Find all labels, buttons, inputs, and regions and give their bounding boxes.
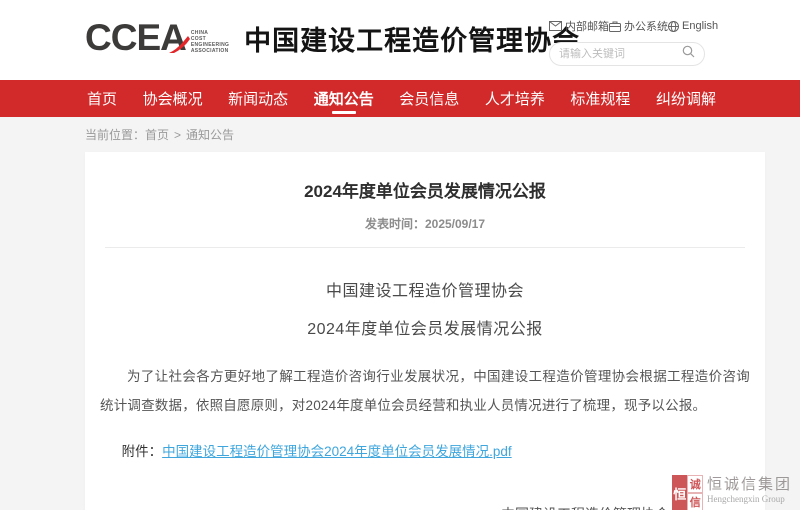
search-input[interactable] (559, 48, 682, 60)
logo-subtext: CHINA COST ENGINEERING ASSOCIATION (191, 30, 229, 54)
watermark-name-cn: 恒诚信集团 (707, 476, 792, 494)
breadcrumb-current-link[interactable]: 通知公告 (186, 128, 234, 142)
nav-item-training[interactable]: 人才培养 (483, 80, 547, 117)
breadcrumb-separator: > (174, 128, 181, 142)
site-header: CCEA CHINA COST ENGINEERING ASSOCIATION … (0, 0, 800, 80)
nav-item-about[interactable]: 协会概况 (141, 80, 205, 117)
logo-acronym: CCEA (85, 16, 186, 60)
nav-item-notices[interactable]: 通知公告 (312, 80, 376, 117)
attachment-pdf-link[interactable]: 中国建设工程造价管理协会2024年度单位会员发展情况.pdf (162, 444, 512, 459)
nav-item-members[interactable]: 会员信息 (397, 80, 461, 117)
search-icon[interactable] (682, 45, 695, 63)
main-nav: 首页 协会概况 新闻动态 通知公告 会员信息 人才培养 标准规程 纠纷调解 (0, 80, 800, 117)
office-system-icon (609, 21, 621, 32)
article-publish-date: 发表时间：2025/09/17 (85, 215, 765, 232)
attachment-row: 附件：中国建设工程造价管理协会2024年度单位会员发展情况.pdf (100, 440, 750, 460)
article-signature: 中国建设工程造价管理协会 2025年9月17日 (501, 500, 669, 510)
quick-link-office-system[interactable]: 办公系统 (609, 18, 668, 34)
quick-links: 内部邮箱 办公系统 English (549, 18, 705, 34)
logo-red-swoosh-icon (168, 36, 190, 54)
attachment-label: 附件： (122, 444, 163, 459)
quick-link-mail[interactable]: 内部邮箱 (549, 18, 609, 34)
title-divider (105, 247, 745, 248)
quick-link-english[interactable]: English (668, 20, 718, 32)
hengchengxin-logo-icon: 恒 诚 信 (672, 475, 703, 506)
watermark-text: 恒诚信集团 Hengchengxin Group (707, 476, 792, 505)
article-paragraph: 为了让社会各方更好地了解工程造价咨询行业发展状况，中国建设工程造价管理协会根据工… (100, 362, 750, 420)
site-title: 中国建设工程造价管理协会 (244, 19, 580, 58)
nav-item-home[interactable]: 首页 (85, 80, 119, 117)
watermark-name-en: Hengchengxin Group (707, 494, 792, 505)
signature-org: 中国建设工程造价管理协会 (501, 500, 669, 510)
nav-item-news[interactable]: 新闻动态 (226, 80, 290, 117)
breadcrumb-prefix: 当前位置： (85, 128, 145, 142)
article-heading-subject: 2024年度单位会员发展情况公报 (85, 315, 765, 339)
breadcrumb-home-link[interactable]: 首页 (145, 128, 169, 142)
article-heading-org: 中国建设工程造价管理协会 (85, 277, 765, 301)
article-card: 2024年度单位会员发展情况公报 发表时间：2025/09/17 中国建设工程造… (85, 152, 765, 510)
header-right: 内部邮箱 办公系统 English (549, 18, 705, 66)
nav-item-standards[interactable]: 标准规程 (568, 80, 632, 117)
logo: CCEA CHINA COST ENGINEERING ASSOCIATION … (85, 16, 580, 60)
article-title: 2024年度单位会员发展情况公报 (85, 152, 765, 202)
nav-item-disputes[interactable]: 纠纷调解 (654, 80, 718, 117)
logo-acronym-a: A (160, 16, 186, 60)
search-box (549, 42, 705, 66)
mail-icon (549, 21, 562, 31)
globe-icon (668, 21, 679, 32)
logo-acronym-prefix: CCE (85, 17, 160, 58)
breadcrumb: 当前位置：首页 > 通知公告 (0, 117, 800, 152)
hengchengxin-watermark: 恒 诚 信 恒诚信集团 Hengchengxin Group (672, 475, 792, 506)
